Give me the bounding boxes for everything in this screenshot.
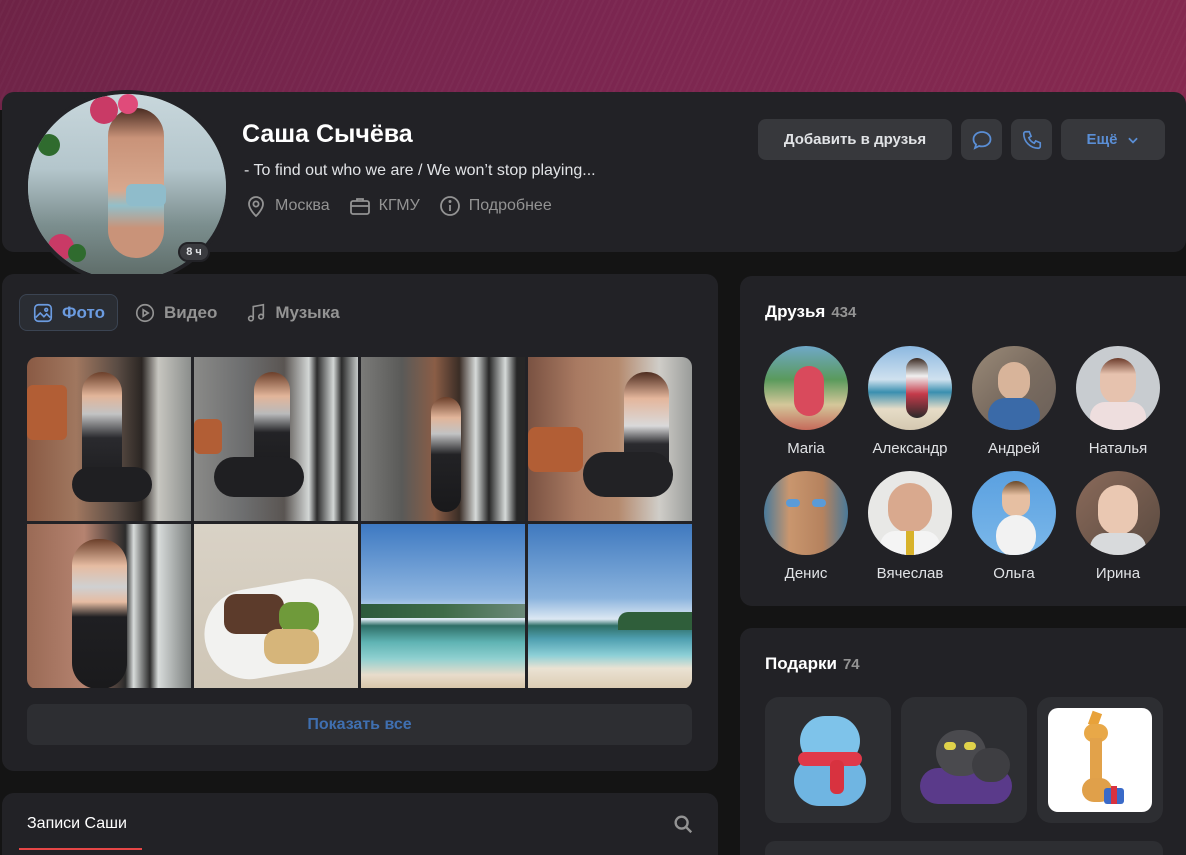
work-label: КГМУ [378, 197, 420, 214]
photo-thumb[interactable] [528, 357, 692, 521]
gifts-more-strip[interactable] [765, 841, 1163, 855]
friend-item[interactable]: Андрей [962, 346, 1066, 457]
friend-name: Maria [787, 440, 825, 457]
friend-item[interactable]: Ирина [1066, 471, 1170, 582]
city-label: Москва [275, 197, 330, 214]
details-link[interactable]: Подробнее [438, 194, 552, 218]
play-icon [135, 303, 155, 322]
gifts-title: Подарки [765, 654, 837, 673]
photo-icon [33, 303, 53, 322]
photo-thumb[interactable] [27, 524, 191, 688]
show-all-button[interactable]: Показать все [27, 704, 692, 745]
music-note-icon [248, 303, 265, 322]
call-button[interactable] [1011, 119, 1052, 160]
location-pin-icon [248, 196, 264, 218]
tab-photo-label: Фото [62, 302, 105, 322]
friends-header[interactable]: Друзья 434 [765, 302, 856, 322]
add-friend-button[interactable]: Добавить в друзья [758, 119, 952, 160]
phone-icon [1022, 130, 1041, 149]
friend-item[interactable]: Maria [754, 346, 858, 457]
gift-cat-image [912, 708, 1016, 812]
posts-tab[interactable]: Записи Саши [27, 815, 127, 833]
avatar [868, 346, 952, 430]
gifts-row [765, 697, 1163, 823]
friend-name: Денис [784, 565, 828, 582]
gift-bear-image [776, 708, 880, 812]
friend-item[interactable]: Александр [858, 346, 962, 457]
friend-item[interactable]: Наталья [1066, 346, 1170, 457]
friend-name: Андрей [987, 440, 1041, 457]
gifts-header[interactable]: Подарки 74 [765, 654, 860, 674]
search-icon[interactable] [672, 813, 694, 835]
avatar [972, 471, 1056, 555]
photo-thumb[interactable] [361, 524, 525, 688]
chevron-down-icon [1127, 137, 1138, 144]
message-button[interactable] [961, 119, 1002, 160]
online-badge: 8 ч [178, 242, 210, 262]
tab-video[interactable]: Видео [122, 294, 229, 331]
profile-status: - To find out who we are / We won’t stop… [244, 162, 596, 179]
posts-block: Записи Саши [2, 793, 718, 855]
tab-music[interactable]: Музыка [233, 294, 351, 331]
avatar [972, 346, 1056, 430]
friend-name: Ольга [993, 565, 1035, 582]
gifts-count: 74 [842, 656, 860, 673]
profile-meta: Москва КГМУ Подробнее [244, 194, 552, 218]
gift-giraffe-image [1048, 708, 1152, 812]
friend-item[interactable]: Ольга [962, 471, 1066, 582]
media-tabs: Фото Видео Музыка [19, 294, 352, 331]
avatar [1076, 471, 1160, 555]
profile-actions: Добавить в друзья Ещё [758, 119, 1165, 160]
photo-thumb[interactable] [194, 524, 358, 688]
photo-thumb[interactable] [528, 524, 692, 688]
friends-count: 434 [831, 304, 857, 321]
media-block: Фото Видео Музыка Показать все [2, 274, 718, 771]
tab-music-label: Музыка [275, 302, 340, 322]
avatar [764, 346, 848, 430]
gift-item[interactable] [901, 697, 1027, 823]
gifts-block: Подарки 74 [740, 628, 1186, 855]
details-label: Подробнее [468, 197, 552, 214]
info-icon [439, 196, 460, 216]
profile-name: Саша Сычёва [242, 120, 413, 148]
avatar [764, 471, 848, 555]
city-item[interactable]: Москва [244, 194, 330, 218]
friend-item[interactable]: Вячеслав [858, 471, 962, 582]
friend-name: Вячеслав [876, 565, 944, 582]
tab-photo[interactable]: Фото [19, 294, 118, 331]
more-label: Ещё [1086, 131, 1118, 148]
gift-item[interactable] [765, 697, 891, 823]
friends-block: Друзья 434 Maria Александр Андрей Наталь… [740, 276, 1186, 606]
briefcase-icon [349, 198, 370, 215]
tab-video-label: Видео [163, 302, 218, 322]
avatar [868, 471, 952, 555]
photo-thumb[interactable] [361, 357, 525, 521]
photo-thumb[interactable] [27, 357, 191, 521]
friend-name: Наталья [1088, 440, 1148, 457]
friend-name: Ирина [1095, 565, 1141, 582]
work-item[interactable]: КГМУ [348, 194, 420, 218]
friend-name: Александр [872, 440, 948, 457]
active-tab-indicator [19, 848, 142, 850]
friend-item[interactable]: Денис [754, 471, 858, 582]
chat-bubble-icon [972, 130, 991, 150]
friends-title: Друзья [765, 302, 826, 321]
photo-thumb[interactable] [194, 357, 358, 521]
gift-item[interactable] [1037, 697, 1163, 823]
friends-grid: Maria Александр Андрей Наталья Денис Вяч… [754, 346, 1170, 582]
more-button[interactable]: Ещё [1061, 119, 1165, 160]
avatar [1076, 346, 1160, 430]
photo-grid [27, 357, 692, 689]
